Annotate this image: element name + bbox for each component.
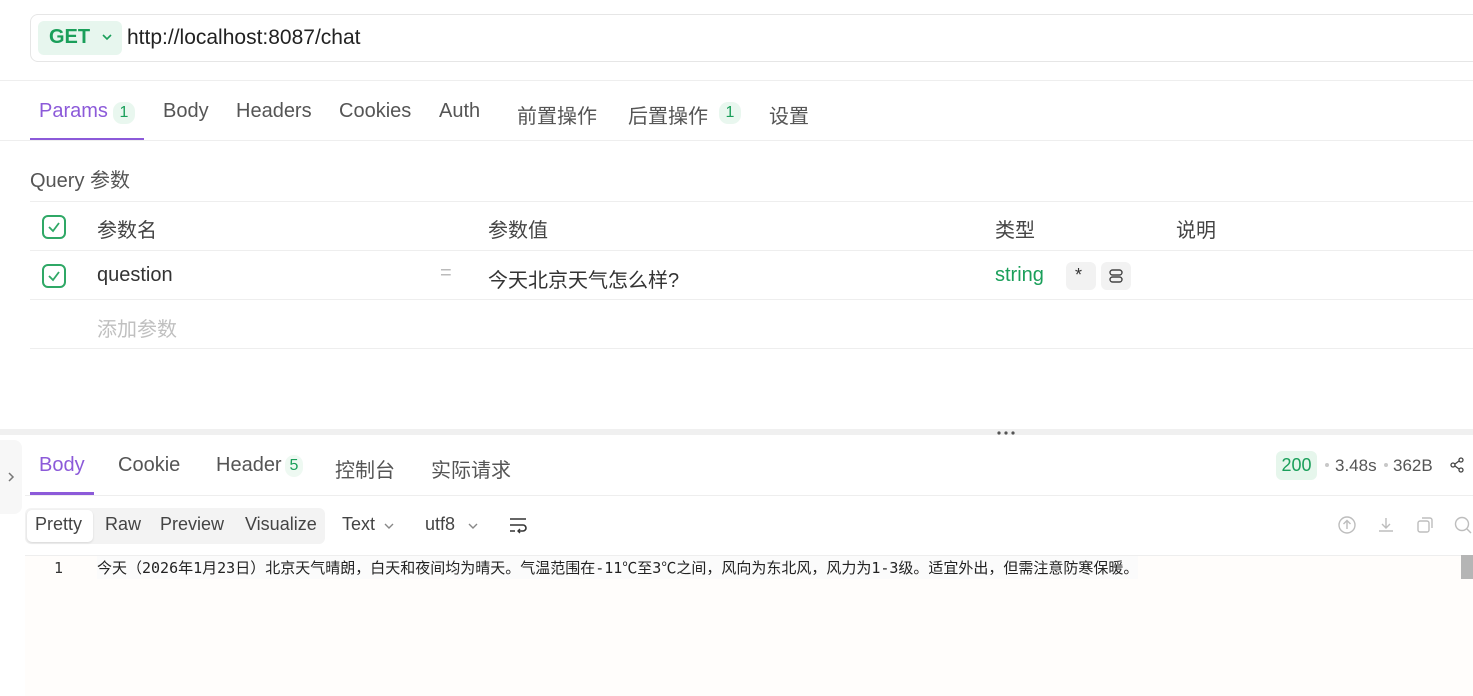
- status-badge: 200: [1276, 451, 1317, 480]
- drag-handle-icon[interactable]: [996, 429, 1016, 437]
- check-icon: [48, 222, 60, 233]
- share-icon[interactable]: [1449, 457, 1465, 473]
- col-header-desc: 说明: [1176, 220, 1216, 242]
- chevron-down-icon: [102, 34, 112, 41]
- link-button[interactable]: [1101, 262, 1131, 290]
- panel-splitter[interactable]: [0, 429, 1473, 435]
- param-value-field[interactable]: 今天北京天气怎么样?: [488, 264, 679, 293]
- divider: [25, 495, 1473, 496]
- select-all-checkbox[interactable]: [42, 215, 66, 239]
- divider: [0, 80, 1473, 81]
- method-select[interactable]: GET: [38, 21, 122, 55]
- response-body-line: 今天（2026年1月23日）北京天气晴朗，白天和夜间均为晴天。气温范围在-11℃…: [97, 556, 1139, 579]
- chevron-down-icon: [468, 523, 478, 529]
- check-icon: [48, 271, 60, 282]
- divider: [30, 250, 1473, 251]
- params-count-badge: 1: [113, 102, 135, 124]
- copy-icon[interactable]: [1415, 515, 1435, 535]
- search-icon[interactable]: [1453, 515, 1473, 535]
- view-mode-visualize[interactable]: Visualize: [245, 514, 317, 535]
- post-actions-count-badge: 1: [719, 102, 741, 124]
- editor-scrollbar[interactable]: [1461, 555, 1473, 579]
- view-mode-pretty[interactable]: Pretty: [35, 514, 82, 535]
- chevron-right-icon: [8, 472, 15, 482]
- url-input[interactable]: http://localhost:8087/chat: [127, 26, 361, 50]
- chevron-down-icon: [384, 523, 394, 529]
- wrap-icon[interactable]: [508, 516, 528, 534]
- row-checkbox[interactable]: [42, 264, 66, 288]
- param-type-select[interactable]: string: [995, 264, 1044, 287]
- tab-body[interactable]: Body: [163, 100, 209, 123]
- line-number: 1: [54, 559, 64, 577]
- tab-post-actions[interactable]: 后置操作: [628, 100, 708, 129]
- tab-settings[interactable]: 设置: [769, 100, 809, 129]
- method-label: GET: [49, 26, 91, 48]
- download-icon[interactable]: [1376, 515, 1396, 535]
- separator-dot: [1325, 463, 1329, 467]
- tab-auth[interactable]: Auth: [439, 100, 480, 123]
- separator-dot: [1384, 463, 1388, 467]
- upload-icon[interactable]: [1337, 515, 1357, 535]
- resp-tab-header[interactable]: Header: [216, 454, 282, 477]
- divider: [30, 348, 1473, 349]
- divider: [30, 299, 1473, 300]
- view-mode-raw[interactable]: Raw: [105, 514, 141, 535]
- divider: [0, 140, 1473, 141]
- equals-sign: =: [440, 262, 452, 284]
- col-header-type: 类型: [995, 220, 1035, 242]
- encoding-select[interactable]: utf8: [425, 514, 455, 535]
- required-toggle[interactable]: *: [1066, 262, 1096, 290]
- url-bar: GET http://localhost:8087/chat: [30, 14, 1473, 62]
- sidebar-toggle[interactable]: [0, 440, 22, 514]
- section-title: Query 参数: [30, 170, 131, 192]
- divider: [30, 201, 1473, 202]
- resp-tab-cookie[interactable]: Cookie: [118, 454, 180, 477]
- col-header-name: 参数名: [97, 220, 157, 242]
- link-icon: [1109, 269, 1123, 283]
- required-label: *: [1075, 265, 1083, 285]
- tab-cookies[interactable]: Cookies: [339, 100, 411, 123]
- col-header-value: 参数值: [488, 220, 548, 242]
- tab-params[interactable]: Params: [39, 100, 108, 123]
- add-param-input[interactable]: 添加参数: [97, 313, 177, 342]
- tab-pre-actions[interactable]: 前置操作: [517, 100, 597, 129]
- view-mode-segmented: Pretty Raw Preview Visualize: [25, 508, 325, 544]
- param-name-field[interactable]: question: [97, 264, 173, 287]
- header-count-badge: 5: [285, 455, 303, 477]
- response-size: 362B: [1393, 456, 1433, 475]
- view-mode-preview[interactable]: Preview: [160, 514, 224, 535]
- resp-tab-actual-request[interactable]: 实际请求: [431, 454, 511, 483]
- resp-tab-console[interactable]: 控制台: [335, 454, 395, 483]
- response-time: 3.48s: [1335, 456, 1377, 475]
- tab-headers[interactable]: Headers: [236, 100, 312, 123]
- format-select[interactable]: Text: [342, 514, 375, 535]
- resp-tab-body[interactable]: Body: [39, 454, 85, 477]
